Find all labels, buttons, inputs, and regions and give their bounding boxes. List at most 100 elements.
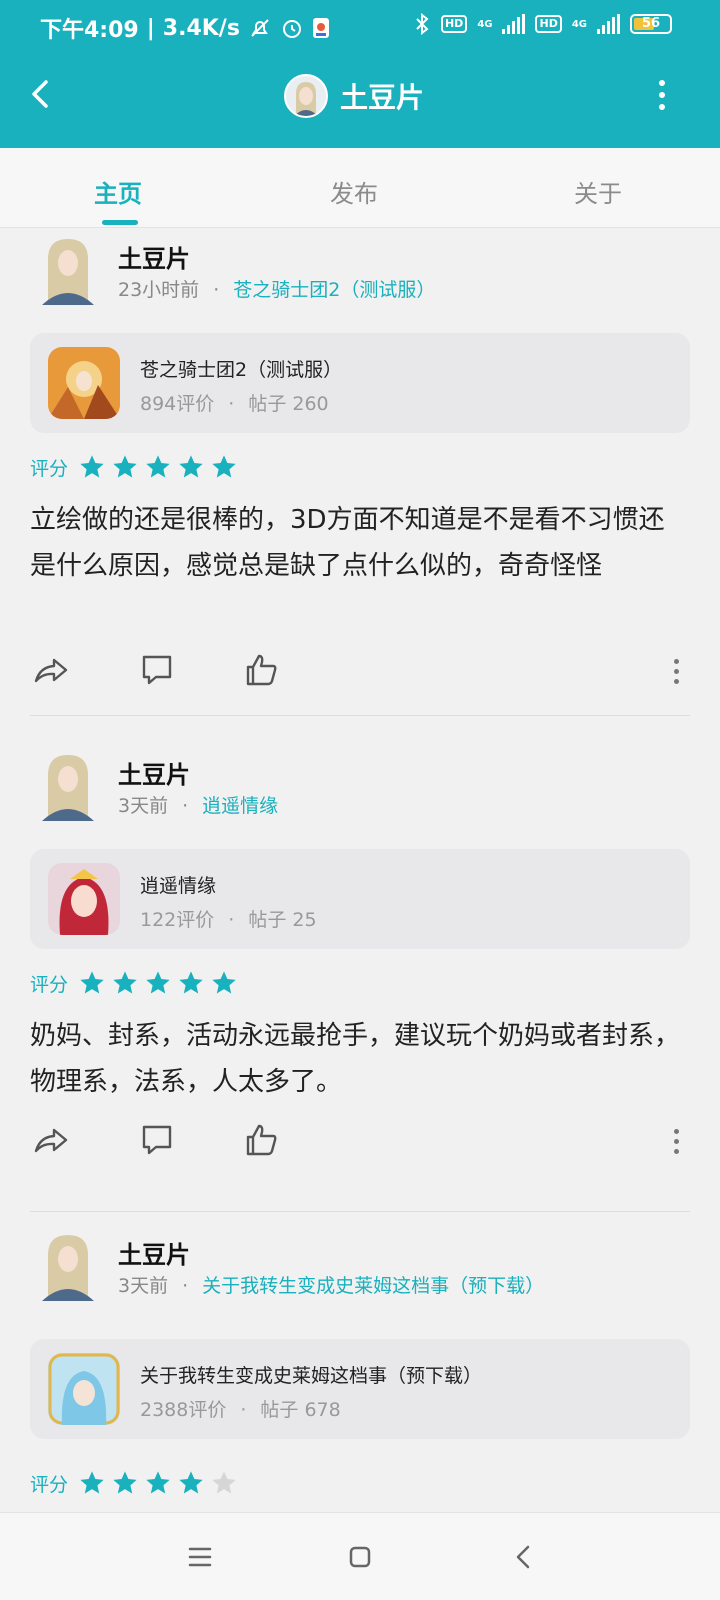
hd-badge-1: HD bbox=[440, 15, 468, 33]
user-avatar[interactable] bbox=[40, 751, 96, 821]
star-filled-icon bbox=[179, 971, 203, 994]
post-actions bbox=[30, 651, 690, 691]
stats-dot: · bbox=[240, 1399, 247, 1421]
game-card[interactable]: 逍遥情缘 122评价 · 帖子 25 bbox=[30, 849, 690, 949]
nav-bar: 土豆片 bbox=[0, 52, 720, 148]
rating-label: 评分 bbox=[30, 1473, 69, 1496]
game-stats: 2388评价 · 帖子 678 bbox=[140, 1395, 341, 1422]
rating-label: 评分 bbox=[30, 457, 69, 480]
post-text: 奶妈、封系，活动永远最抢手，建议玩个奶妈或者封系，物理系，法系，人太多了。 bbox=[30, 1021, 681, 1097]
battery-level: 56 bbox=[641, 16, 661, 31]
tab-home[interactable]: 主页 bbox=[94, 174, 142, 209]
battery-icon: 56 bbox=[630, 14, 672, 34]
star-filled-icon bbox=[80, 971, 104, 994]
user-avatar[interactable] bbox=[40, 235, 96, 305]
post-divider bbox=[30, 1211, 690, 1212]
share-icon[interactable] bbox=[32, 651, 70, 689]
rating-label: 评分 bbox=[30, 973, 69, 996]
avatar bbox=[284, 74, 328, 118]
game-icon bbox=[48, 863, 120, 935]
post-meta: 23小时前 · 苍之骑士团2（测试服） bbox=[118, 275, 435, 302]
post-time: 3天前 bbox=[118, 1275, 169, 1297]
post-more-icon[interactable] bbox=[674, 659, 680, 689]
comment-icon[interactable] bbox=[138, 1121, 176, 1159]
status-separator: | bbox=[146, 15, 155, 41]
star-filled-icon bbox=[146, 971, 170, 994]
post-username[interactable]: 土豆片 bbox=[118, 239, 190, 274]
game-posts: 帖子 25 bbox=[248, 909, 317, 931]
rating-row: 评分 bbox=[30, 969, 243, 997]
share-icon[interactable] bbox=[32, 1121, 70, 1159]
rating-row: 评分 bbox=[30, 453, 243, 481]
star-filled-icon bbox=[113, 1471, 137, 1494]
signal-icon-2 bbox=[597, 14, 620, 34]
star-rating bbox=[78, 969, 243, 997]
post-time: 3天前 bbox=[118, 795, 169, 817]
signal-icon-1 bbox=[502, 14, 526, 34]
star-filled-icon bbox=[212, 971, 236, 994]
meta-dot: · bbox=[182, 1275, 189, 1297]
game-icon bbox=[48, 1353, 120, 1425]
post-divider bbox=[30, 715, 690, 716]
network-type-2: 4G bbox=[571, 18, 587, 30]
star-filled-icon bbox=[146, 1471, 170, 1494]
star-filled-icon bbox=[113, 455, 137, 478]
star-filled-icon bbox=[146, 455, 170, 478]
user-avatar[interactable] bbox=[40, 1231, 96, 1301]
post-text: 立绘做的还是很棒的，3D方面不知道是不是看不习惯还是什么原因，感觉总是缺了点什么… bbox=[30, 505, 665, 581]
rating-row: 评分 bbox=[30, 1469, 243, 1497]
star-rating bbox=[78, 1469, 243, 1497]
star-filled-icon bbox=[212, 455, 236, 478]
game-reviews: 122评价 bbox=[140, 909, 215, 931]
tab-about[interactable]: 关于 bbox=[574, 174, 622, 209]
star-empty-icon bbox=[212, 1471, 236, 1494]
status-bar: 下午4:09 | 3.4K/s HD 4G HD 4G 56 bbox=[0, 0, 720, 52]
star-filled-icon bbox=[113, 971, 137, 994]
like-icon[interactable] bbox=[242, 1121, 280, 1159]
game-stats: 122评价 · 帖子 25 bbox=[140, 905, 317, 932]
stats-dot: · bbox=[228, 393, 235, 415]
star-rating bbox=[78, 453, 243, 481]
tab-publish[interactable]: 发布 bbox=[330, 174, 378, 209]
comment-icon[interactable] bbox=[138, 651, 176, 689]
post-more-icon[interactable] bbox=[674, 1129, 680, 1159]
bluetooth-icon bbox=[416, 12, 429, 36]
stats-dot: · bbox=[228, 909, 235, 931]
app-header: 下午4:09 | 3.4K/s HD 4G HD 4G 56 土豆片 bbox=[0, 0, 720, 148]
meta-dot: · bbox=[182, 795, 189, 817]
post-username[interactable]: 土豆片 bbox=[118, 755, 190, 790]
star-filled-icon bbox=[80, 1471, 104, 1494]
back-nav-icon[interactable] bbox=[504, 1537, 544, 1577]
post-time: 23小时前 bbox=[118, 279, 200, 301]
network-speed: 3.4K/s bbox=[162, 15, 240, 41]
star-filled-icon bbox=[179, 455, 203, 478]
game-name: 关于我转生变成史莱姆这档事（预下载） bbox=[140, 1365, 483, 1387]
post-meta: 3天前 · 关于我转生变成史莱姆这档事（预下载） bbox=[118, 1271, 544, 1298]
status-time: 下午4:09 bbox=[40, 18, 139, 43]
game-card[interactable]: 苍之骑士团2（测试服） 894评价 · 帖子 260 bbox=[30, 333, 690, 433]
back-icon[interactable] bbox=[22, 74, 62, 114]
game-posts: 帖子 260 bbox=[248, 393, 329, 415]
more-options-icon[interactable] bbox=[656, 80, 668, 116]
game-name: 苍之骑士团2（测试服） bbox=[140, 359, 343, 381]
post-game-link[interactable]: 逍遥情缘 bbox=[202, 795, 278, 817]
bell-muted-icon bbox=[251, 19, 269, 37]
hd-badge-2: HD bbox=[535, 15, 562, 33]
meta-dot: · bbox=[213, 279, 220, 301]
game-posts: 帖子 678 bbox=[260, 1399, 341, 1421]
post-actions bbox=[30, 1121, 690, 1161]
tab-bar: 主页 发布 关于 bbox=[0, 148, 720, 228]
game-reviews: 894评价 bbox=[140, 393, 215, 415]
system-nav-bar bbox=[0, 1512, 720, 1600]
game-card[interactable]: 关于我转生变成史莱姆这档事（预下载） 2388评价 · 帖子 678 bbox=[30, 1339, 690, 1439]
menu-icon[interactable] bbox=[180, 1537, 220, 1577]
post-game-link[interactable]: 关于我转生变成史莱姆这档事（预下载） bbox=[202, 1275, 544, 1297]
star-filled-icon bbox=[80, 455, 104, 478]
game-reviews: 2388评价 bbox=[140, 1399, 227, 1421]
like-icon[interactable] bbox=[242, 651, 280, 689]
home-icon[interactable] bbox=[340, 1537, 380, 1577]
alarm-icon bbox=[282, 20, 301, 38]
post-game-link[interactable]: 苍之骑士团2（测试服） bbox=[233, 279, 435, 301]
post-username[interactable]: 土豆片 bbox=[118, 1235, 190, 1270]
network-type-1: 4G bbox=[477, 18, 493, 30]
